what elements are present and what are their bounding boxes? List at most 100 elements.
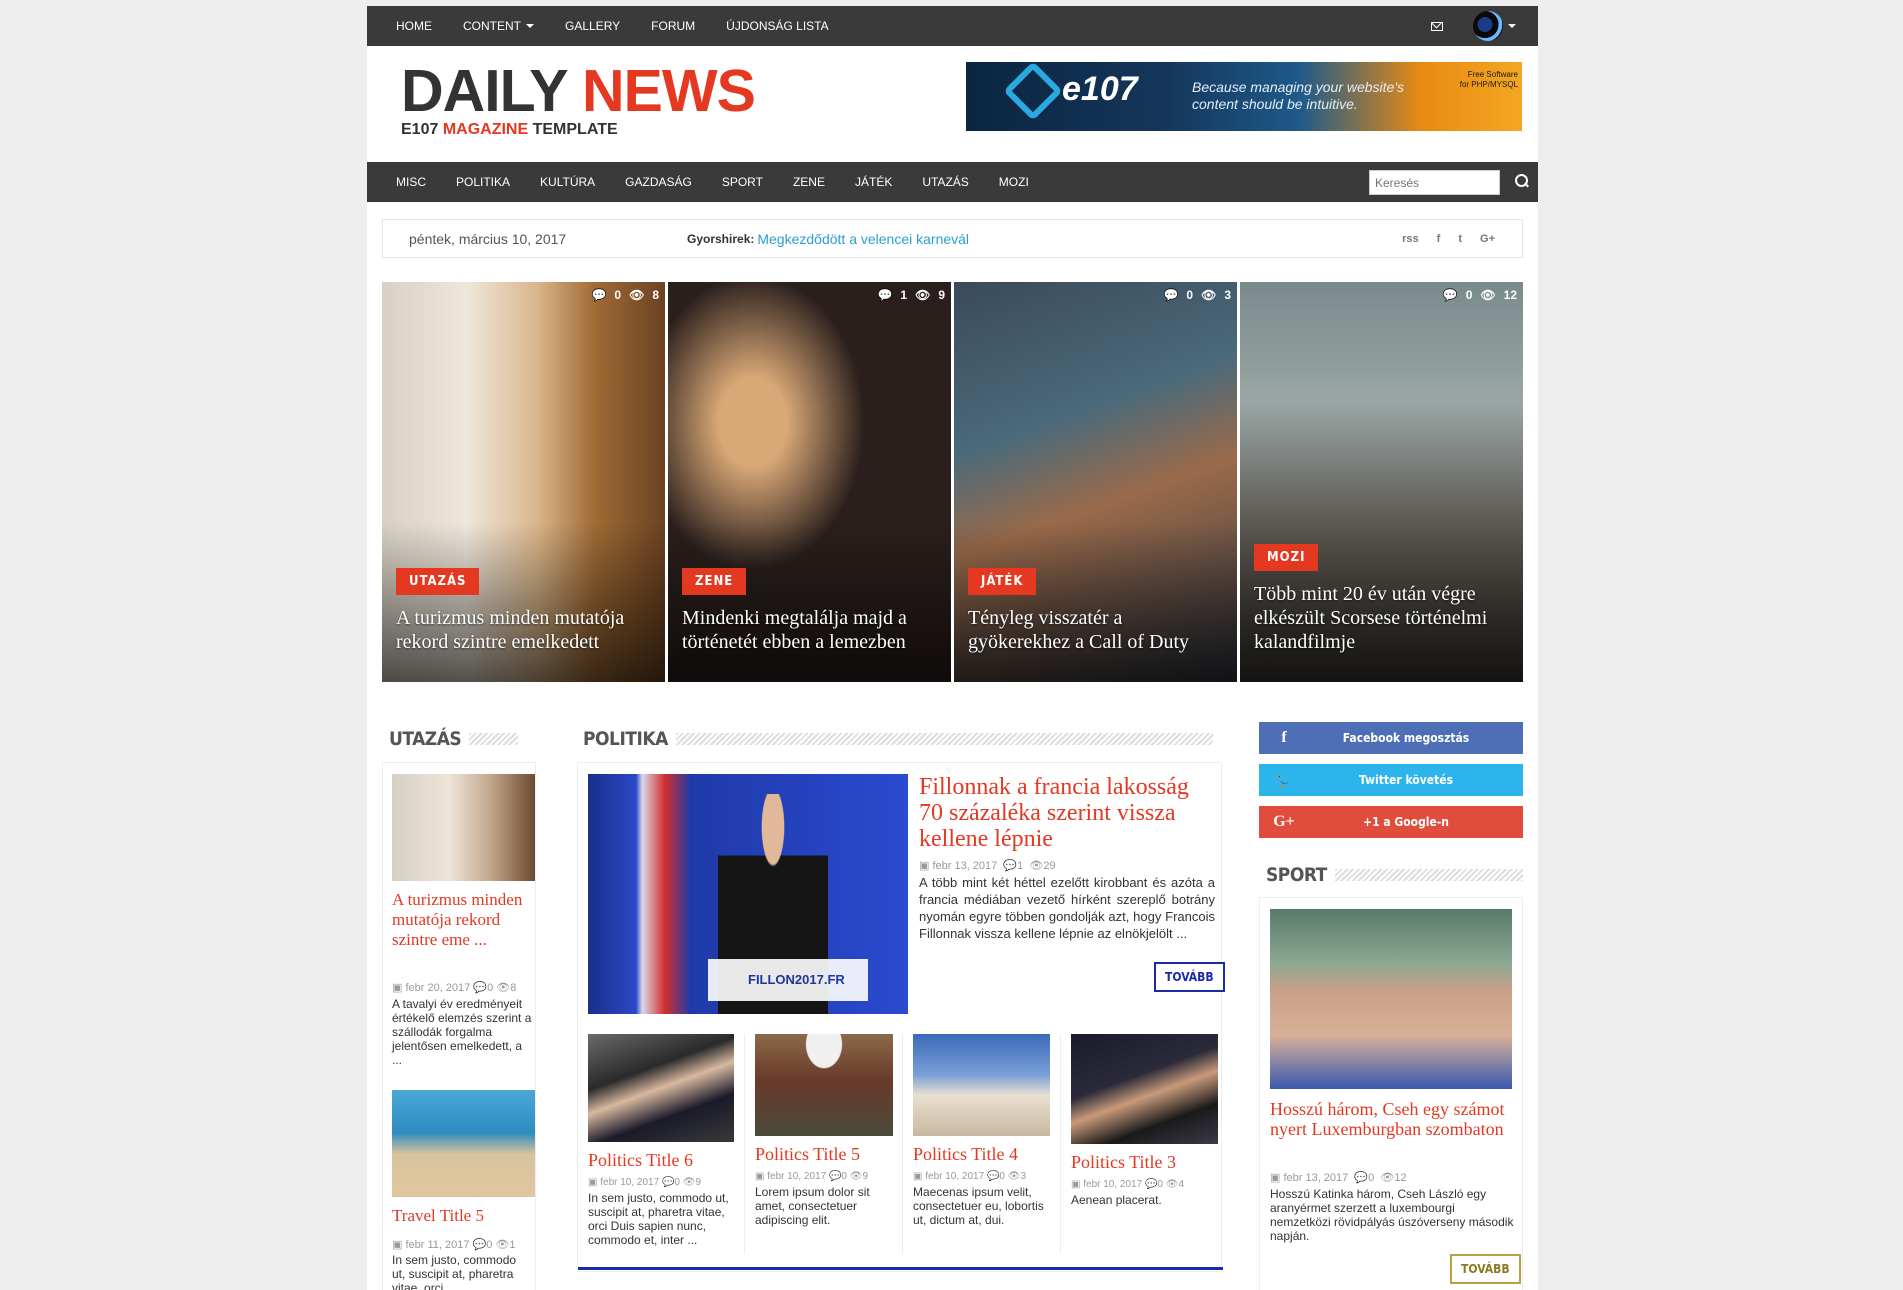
- article-thumbnail[interactable]: [392, 774, 535, 881]
- article-meta: ▣ febr 11, 2017 💬0 👁1: [392, 1238, 516, 1251]
- banner-logo: e107: [1003, 62, 1138, 121]
- featured-grid: 💬 0 👁 8 UTAZÁS A turizmus minden mutatója r…: [382, 282, 1523, 688]
- cat-zene[interactable]: ZENE: [793, 175, 825, 189]
- nav-news-list[interactable]: ÚJDONSÁG LISTA: [726, 19, 828, 33]
- featured-card[interactable]: 💬 0 👁 8 UTAZÁS A turizmus minden mutatója r…: [382, 282, 665, 682]
- cat-kultura[interactable]: KULTÚRA: [540, 175, 595, 189]
- facebook-icon[interactable]: f: [1437, 233, 1441, 245]
- grid-article[interactable]: Politics Title 6 ▣ febr 10, 2017 💬0 👁9 I…: [588, 1034, 734, 1247]
- eye-icon: 👁: [495, 1239, 510, 1251]
- card-title[interactable]: Mindenki megtalálja majd a történetét eb…: [682, 606, 935, 654]
- rss-icon[interactable]: rss: [1402, 233, 1419, 245]
- cat-jatek[interactable]: JÁTÉK: [855, 175, 892, 189]
- category-badge[interactable]: ZENE: [682, 568, 747, 595]
- featured-card[interactable]: 💬 0 👁 3 JÁTÉK Tényleg visszatér a gyökerekh…: [954, 282, 1237, 682]
- card-title[interactable]: Tényleg visszatér a gyökerekhez a Call o…: [968, 606, 1221, 654]
- site-header: DAILY NEWS E107 MAGAZINE TEMPLATE e107 B…: [367, 46, 1538, 162]
- view-count: 9: [862, 1171, 869, 1182]
- google-plus-button[interactable]: G+ +1 a Google-n: [1259, 806, 1523, 838]
- article-date: febr 11, 2017: [405, 1239, 470, 1251]
- card-gradient: [668, 522, 951, 682]
- twitter-follow-button[interactable]: 🐦 Twitter követés: [1259, 764, 1523, 796]
- sport-heading-label: SPORT: [1266, 864, 1327, 886]
- main-article-excerpt: A több mint két héttel ezelőtt kirobbant…: [919, 875, 1215, 941]
- politika-column: FILLON2017.FR Fillonnak a francia lakoss…: [577, 762, 1225, 1272]
- breaking-news-link[interactable]: Megkezdődött a velencei karnevál: [757, 231, 969, 247]
- cat-gazdasag[interactable]: GAZDASÁG: [625, 175, 692, 189]
- nav-content-label: CONTENT: [463, 19, 521, 33]
- grid-article[interactable]: Politics Title 4 ▣ febr 10, 2017 💬0 👁3 M…: [913, 1034, 1050, 1227]
- page-wrapper: HOME CONTENT GALLERY FORUM ÚJDONSÁG LIST…: [367, 6, 1538, 1290]
- featured-card[interactable]: 💬 0 👁 12 MOZI Több mint 20 év után végre el…: [1240, 282, 1523, 682]
- politika-heading: POLITIKA: [583, 728, 1213, 750]
- search-icon[interactable]: [1515, 174, 1529, 188]
- eye-icon: 👁: [629, 288, 645, 302]
- cat-mozi[interactable]: MOZI: [999, 175, 1029, 189]
- comment-count: 0: [841, 1171, 847, 1182]
- banner-logo-text: e107: [1062, 70, 1138, 108]
- nav-forum[interactable]: FORUM: [651, 19, 695, 33]
- article-title[interactable]: Politics Title 4: [913, 1144, 1050, 1165]
- view-count: 1: [509, 1239, 516, 1251]
- article-title[interactable]: A turizmus minden mutatója rekord szintr…: [392, 890, 537, 950]
- nav-home[interactable]: HOME: [396, 19, 432, 33]
- grid-article[interactable]: Politics Title 5 ▣ febr 10, 2017 💬0 👁9 L…: [755, 1034, 893, 1227]
- calendar-icon: ▣: [913, 1171, 926, 1182]
- google-plus-icon[interactable]: G+: [1480, 233, 1495, 245]
- nav-gallery[interactable]: GALLERY: [565, 19, 620, 33]
- grid-article[interactable]: Politics Title 3 ▣ febr 10, 2017 💬0 👁4 A…: [1071, 1034, 1218, 1207]
- utazas-heading: UTAZÁS: [389, 728, 518, 750]
- card-stats: 💬 0 👁 8: [591, 288, 659, 302]
- article-title[interactable]: Travel Title 5: [392, 1206, 537, 1226]
- e107-banner[interactable]: e107 Because managing your website's cont…: [966, 62, 1522, 131]
- article-thumbnail[interactable]: [392, 1090, 535, 1197]
- category-badge[interactable]: UTAZÁS: [396, 568, 480, 595]
- article-title[interactable]: Politics Title 6: [588, 1150, 734, 1171]
- eye-icon: 👁: [1165, 1179, 1179, 1190]
- main-article-image[interactable]: FILLON2017.FR: [588, 774, 908, 1014]
- article-thumbnail[interactable]: [755, 1034, 893, 1136]
- comment-count: 0: [487, 982, 494, 994]
- card-title[interactable]: Több mint 20 év után végre elkészült Sco…: [1254, 582, 1507, 654]
- card-gradient: [382, 522, 665, 682]
- nav-content[interactable]: CONTENT: [463, 19, 534, 33]
- category-badge[interactable]: MOZI: [1254, 544, 1319, 571]
- main-article-title[interactable]: Fillonnak a francia lakosság 70 százalék…: [919, 774, 1209, 852]
- article-excerpt: In sem justo, commodo ut, suscipit at, p…: [392, 1253, 517, 1290]
- comment-icon: 💬: [986, 1171, 1000, 1182]
- article-excerpt: A tavalyi év eredményeit értékelő elemzé…: [392, 997, 532, 1067]
- read-more-button[interactable]: TOVÁBB: [1450, 1254, 1521, 1284]
- grid-divider: [1060, 1034, 1061, 1254]
- chevron-down-icon[interactable]: [1508, 24, 1516, 28]
- cat-utazas[interactable]: UTAZÁS: [922, 175, 968, 189]
- category-badge[interactable]: JÁTÉK: [968, 568, 1037, 595]
- article-title[interactable]: Politics Title 5: [755, 1144, 893, 1165]
- article-excerpt: Hosszú Katinka három, Cseh László egy ar…: [1270, 1187, 1514, 1243]
- article-title[interactable]: Politics Title 3: [1071, 1152, 1218, 1173]
- search-input[interactable]: [1369, 170, 1500, 195]
- article-thumbnail[interactable]: [1270, 909, 1512, 1089]
- e107-logo-icon: [1003, 62, 1063, 121]
- view-count: 29: [1043, 860, 1056, 872]
- logo-word-news: NEWS: [581, 58, 756, 124]
- read-more-button[interactable]: TOVÁBB: [1154, 962, 1225, 992]
- twitter-icon: 🐦: [1274, 772, 1294, 789]
- card-title[interactable]: A turizmus minden mutatója rekord szintr…: [396, 606, 649, 654]
- avatar[interactable]: [1473, 11, 1503, 41]
- article-thumbnail[interactable]: [588, 1034, 734, 1142]
- article-thumbnail[interactable]: [1071, 1034, 1218, 1144]
- twitter-icon[interactable]: t: [1458, 233, 1462, 245]
- comment-icon: 💬: [1442, 288, 1458, 302]
- article-thumbnail[interactable]: [913, 1034, 1050, 1136]
- banner-tagline: Because managing your website's content s…: [1192, 79, 1404, 113]
- cat-misc[interactable]: MISC: [396, 175, 426, 189]
- cat-politika[interactable]: POLITIKA: [456, 175, 510, 189]
- cat-sport[interactable]: SPORT: [722, 175, 763, 189]
- mail-icon[interactable]: [1431, 21, 1443, 31]
- article-meta: ▣ febr 13, 2017 💬1 👁29: [919, 859, 1056, 872]
- featured-card[interactable]: 💬 1 👁 9 ZENE Mindenki megtalálja majd a tör…: [668, 282, 951, 682]
- article-title[interactable]: Hosszú három, Cseh egy számot nyert Luxe…: [1270, 1099, 1510, 1139]
- facebook-share-button[interactable]: f Facebook megosztás: [1259, 722, 1523, 754]
- site-logo[interactable]: DAILY NEWS E107 MAGAZINE TEMPLATE: [401, 58, 756, 139]
- calendar-icon: ▣: [588, 1177, 601, 1188]
